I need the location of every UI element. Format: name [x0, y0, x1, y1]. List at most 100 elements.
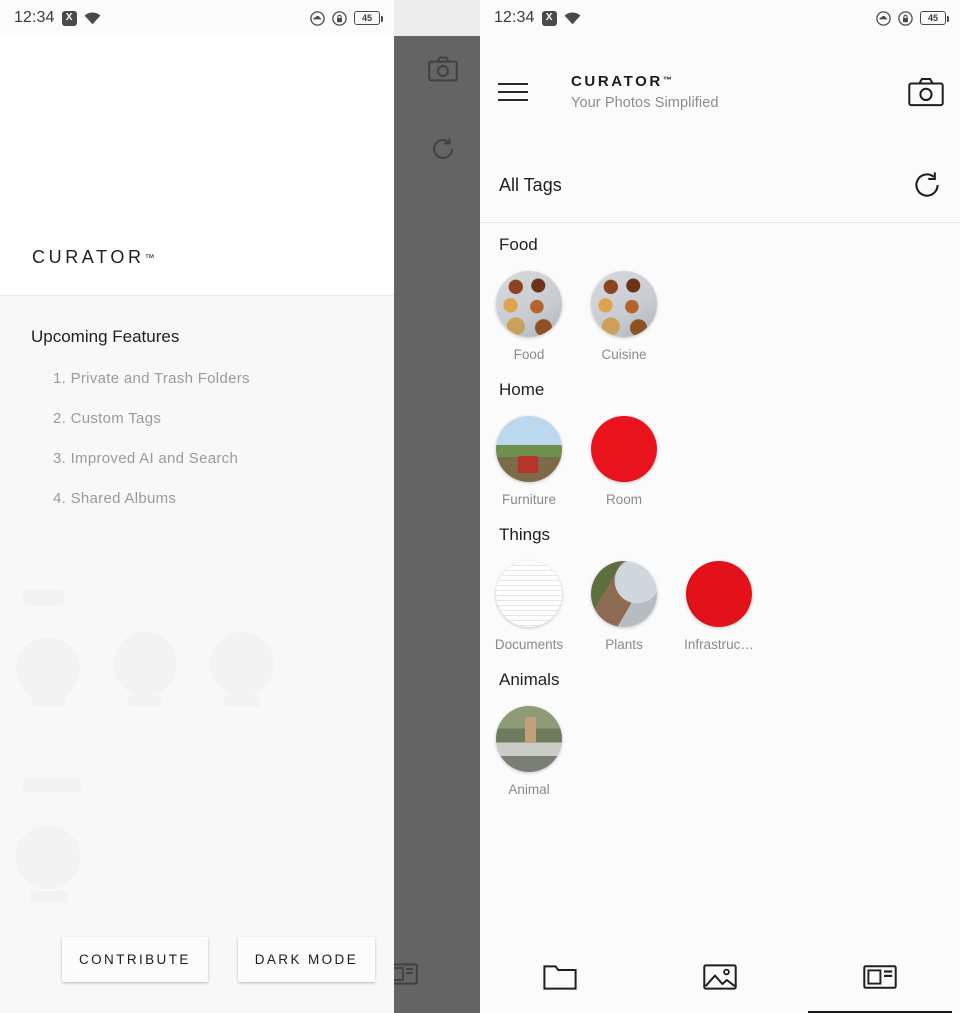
camera-icon-dimmed	[428, 56, 458, 82]
tag-item-plants[interactable]: Plants	[591, 561, 657, 652]
tag-thumbnail	[496, 561, 562, 627]
drawer-header: CURATOR™	[0, 0, 394, 296]
tag-row: Furniture Room	[480, 416, 960, 507]
main-app-pane: 12:34 X 45 CURATOR™ Your Photos Simplifi…	[480, 0, 960, 1013]
tag-thumbnail	[496, 706, 562, 772]
tag-section-animals: Animals Animal	[480, 670, 960, 815]
app-header: CURATOR™ Your Photos Simplified	[480, 36, 960, 148]
app-trademark: ™	[662, 75, 672, 85]
status-time: 12:34	[494, 9, 535, 26]
drawer-body: Upcoming Features 1. Private and Trash F…	[0, 297, 394, 1013]
ghost-block	[16, 637, 80, 701]
all-tags-bar: All Tags	[480, 148, 960, 223]
feature-item-4: 4. Shared Albums	[53, 490, 177, 507]
drawer-trademark: ™	[144, 253, 155, 264]
tag-label: Room	[605, 492, 642, 507]
tag-section-home: Home Furniture Room	[480, 380, 960, 525]
folder-icon	[543, 963, 577, 991]
status-bar-right-group: 45	[876, 10, 949, 26]
app-brand-title: CURATOR™	[571, 73, 719, 90]
navigation-drawer-pane: 12:34 X 45 CURATOR™ Upcoming Features 1.…	[0, 0, 394, 1013]
tag-row: Documents Plants Infrastruc…	[480, 561, 960, 652]
dark-mode-button[interactable]: DARK MODE	[237, 937, 376, 982]
tag-label: Documents	[494, 637, 564, 652]
app-tagline: Your Photos Simplified	[571, 95, 719, 111]
app-brand-block: CURATOR™ Your Photos Simplified	[571, 73, 719, 111]
wifi-icon	[84, 11, 101, 25]
lock-icon	[898, 10, 913, 26]
wifi-icon	[564, 11, 581, 25]
tag-thumbnail	[496, 271, 562, 337]
hamburger-line	[498, 83, 528, 85]
drawer-scrim-overlay[interactable]	[394, 0, 480, 1013]
feature-item-2: 2. Custom Tags	[53, 410, 162, 427]
status-bar-right: 12:34 X 45	[480, 0, 960, 36]
contribute-button[interactable]: CONTRIBUTE	[62, 937, 208, 982]
nav-folders[interactable]	[480, 940, 640, 1013]
refresh-icon[interactable]	[912, 170, 942, 200]
tag-thumbnail	[591, 271, 657, 337]
battery-icon: 45	[354, 11, 383, 25]
ghost-block	[32, 695, 65, 707]
x-badge-icon: X	[61, 10, 77, 26]
tag-sections-scroll[interactable]: Food Food Cuisine Home Furniture Room Th…	[480, 223, 960, 940]
drawer-brand-text: CURATOR	[32, 247, 145, 267]
app-brand-text: CURATOR	[571, 73, 663, 90]
tag-section-title: Home	[499, 380, 545, 399]
drawer-brand-title: CURATOR™	[32, 247, 155, 268]
status-bar-left-group: 12:34 X	[494, 9, 581, 27]
hamburger-menu-icon[interactable]	[498, 75, 532, 109]
tag-row: Food Cuisine	[480, 271, 960, 362]
status-bar-left: 12:34 X 45	[0, 0, 394, 36]
nav-photos[interactable]	[640, 940, 800, 1013]
cloud-icon	[876, 10, 891, 26]
tag-thumbnail	[496, 416, 562, 482]
camera-icon[interactable]	[908, 77, 944, 107]
status-bar-left-group: 12:34 X	[14, 9, 101, 27]
tag-label: Infrastruc…	[684, 637, 754, 652]
feature-item-1: 1. Private and Trash Folders	[53, 370, 250, 387]
tag-label: Furniture	[501, 492, 557, 507]
tag-item-animal[interactable]: Animal	[496, 706, 562, 797]
tag-row: Animal	[480, 706, 960, 797]
drawer-action-buttons: CONTRIBUTE DARK MODE	[0, 937, 394, 982]
ghost-block	[23, 777, 81, 792]
ghost-block	[23, 589, 64, 605]
tag-label: Food	[513, 347, 545, 362]
bottom-navigation-bar	[480, 940, 960, 1013]
tag-label: Cuisine	[601, 347, 647, 362]
tag-item-cuisine[interactable]: Cuisine	[591, 271, 657, 362]
lock-icon	[332, 10, 347, 26]
all-tags-title: All Tags	[499, 174, 562, 195]
hamburger-line	[498, 99, 528, 101]
tag-item-infrastructure[interactable]: Infrastruc…	[684, 561, 754, 652]
tag-item-furniture[interactable]: Furniture	[496, 416, 562, 507]
article-card-icon-dimmed	[394, 962, 418, 986]
tag-thumbnail	[591, 561, 657, 627]
nav-tags[interactable]	[800, 940, 960, 1013]
x-badge-icon: X	[541, 10, 557, 26]
battery-icon: 45	[920, 11, 949, 25]
tag-item-room[interactable]: Room	[591, 416, 657, 507]
status-bar-right-group: 45	[310, 10, 383, 26]
status-time: 12:34	[14, 9, 55, 26]
ghost-block	[224, 695, 260, 707]
tag-item-documents[interactable]: Documents	[494, 561, 564, 652]
tag-section-food: Food Food Cuisine	[480, 235, 960, 380]
hamburger-line	[498, 91, 528, 93]
image-icon	[703, 963, 737, 991]
upcoming-features-heading: Upcoming Features	[31, 327, 180, 346]
ghost-block	[30, 891, 68, 903]
tag-section-things: Things Documents Plants Infrastruc…	[480, 525, 960, 670]
tag-item-food[interactable]: Food	[496, 271, 562, 362]
tag-section-title: Food	[499, 235, 538, 254]
scrim-status-bar-strip	[394, 0, 480, 36]
phone-screenshot: 12:34 X 45 CURATOR™ Upcoming Features 1.…	[0, 0, 960, 1013]
tag-thumbnail	[686, 561, 752, 627]
tag-section-title: Things	[499, 525, 551, 544]
refresh-icon-dimmed	[430, 136, 456, 162]
ghost-block	[16, 825, 80, 889]
feature-item-3: 3. Improved AI and Search	[53, 450, 239, 467]
ghost-block	[210, 632, 274, 696]
ghost-block	[128, 695, 162, 707]
